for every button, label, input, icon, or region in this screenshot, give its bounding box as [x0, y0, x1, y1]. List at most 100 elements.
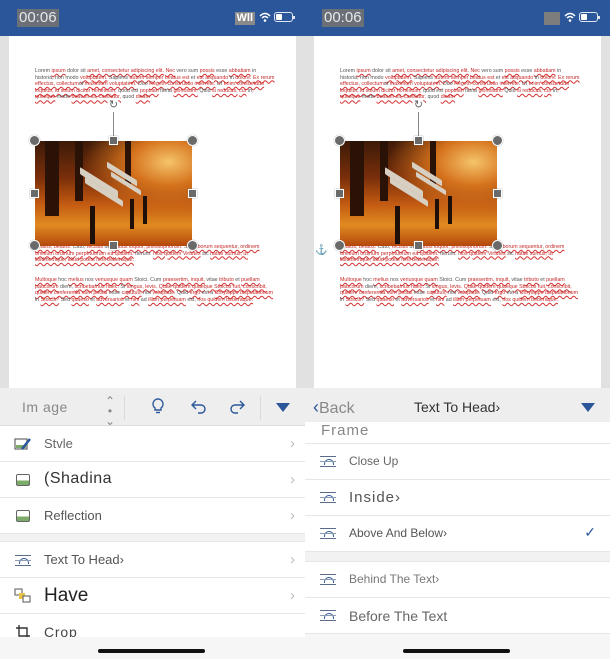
misspelled-word[interactable]: id solum dicitur honestum,: [54, 88, 117, 94]
paragraph-3[interactable]: Multoque hoc melius nos veriusque quam S…: [340, 277, 580, 303]
selected-image[interactable]: ↻: [334, 99, 503, 251]
resize-handle-right[interactable]: [188, 189, 197, 198]
collapse-caret-icon[interactable]: [276, 403, 290, 412]
misspelled-word[interactable]: si reducas,: [517, 88, 543, 94]
misspelled-word[interactable]: conferenda cum potius: [54, 290, 108, 296]
misspelled-word[interactable]: tributo: [524, 277, 539, 283]
misspelled-word[interactable]: veriusque quam: [95, 277, 133, 283]
misspelled-word[interactable]: Multoque: [340, 277, 362, 283]
misspelled-word[interactable]: autem semper beatus est: [130, 75, 190, 81]
misspelled-word[interactable]: populari: [140, 88, 159, 94]
misspelled-word[interactable]: conferenda cum potius: [359, 290, 413, 296]
misspelled-word[interactable]: dicam: [441, 94, 455, 100]
misspelled-word[interactable]: maximum voluptatem.: [390, 81, 442, 87]
menu-item-reflection[interactable]: Reflection ›: [0, 498, 305, 534]
misspelled-word[interactable]: caputus,: [122, 290, 142, 296]
misspelled-word[interactable]: quosque: [340, 94, 360, 100]
misspelled-word[interactable]: amet, consectetur adipiscing elit.: [87, 68, 164, 74]
wrap-option-close-up[interactable]: Close Up: [305, 444, 610, 480]
park-bench-photo[interactable]: [35, 141, 192, 246]
misspelled-word[interactable]: dolore.: [235, 75, 251, 81]
misspelled-word[interactable]: scribebamus haec.: [379, 284, 423, 290]
resize-handle-bottom-left[interactable]: [29, 240, 40, 251]
misspelled-word[interactable]: Multoque: [35, 277, 57, 283]
selected-image[interactable]: ↻: [29, 99, 198, 251]
misspelled-word[interactable]: Stoicis?: [41, 297, 60, 303]
misspelled-word[interactable]: constructio interrete.: [167, 81, 215, 87]
menu-item-shading[interactable]: (Shadina ›: [0, 462, 305, 498]
misspelled-word[interactable]: quosque: [35, 94, 55, 100]
misspelled-word[interactable]: longus, levis.: [127, 284, 158, 290]
misspelled-word[interactable]: id solum dicitur honestum,: [359, 88, 422, 94]
home-indicator[interactable]: [403, 649, 510, 653]
misspelled-word[interactable]: dicam: [136, 94, 150, 100]
misspelled-word[interactable]: praesertim, inquit,: [468, 277, 510, 283]
wrap-option-before-text[interactable]: Before The Text: [305, 598, 610, 634]
menu-item-text-wrap[interactable]: Text To Head› ›: [0, 542, 305, 578]
resize-handle-top[interactable]: [109, 136, 118, 145]
resize-handle-left[interactable]: [335, 189, 344, 198]
misspelled-word[interactable]: melius: [68, 277, 83, 283]
misspelled-word[interactable]: illam perpetuam: [148, 297, 186, 303]
misspelled-word[interactable]: abbatiam: [229, 68, 251, 74]
misspelled-word[interactable]: est aliquando: [197, 75, 229, 81]
misspelled-word[interactable]: melius: [373, 277, 388, 283]
misspelled-word[interactable]: longus, levis.: [432, 284, 463, 290]
misspelled-word[interactable]: puellam: [241, 277, 260, 283]
paragraph-2[interactable]: beatos, beatos. Cato, fecistis de quibus…: [35, 244, 275, 264]
back-button[interactable]: ‹Back: [313, 397, 355, 418]
misspelled-word[interactable]: Stoicis?: [346, 297, 365, 303]
misspelled-word[interactable]: adversarios: [96, 297, 123, 303]
misspelled-word[interactable]: Reges:: [454, 81, 471, 87]
resize-handle-bottom-right[interactable]: [187, 240, 198, 251]
park-bench-photo[interactable]: [340, 141, 497, 246]
resize-handle-bottom-right[interactable]: [492, 240, 503, 251]
anchor-icon[interactable]: ⚓: [315, 245, 327, 256]
misspelled-word[interactable]: ipsum: [357, 68, 371, 74]
resize-handle-top-right[interactable]: [187, 135, 198, 146]
menu-item-frame-partial[interactable]: Frame: [305, 422, 610, 444]
misspelled-word[interactable]: veriusque quam: [400, 277, 438, 283]
rotate-handle-icon[interactable]: ↻: [412, 99, 425, 112]
misspelled-word[interactable]: illam perpetuam: [453, 297, 491, 303]
misspelled-word[interactable]: Nec: [470, 68, 479, 74]
misspelled-word[interactable]: tributo: [219, 277, 234, 283]
misspelled-word[interactable]: Nos quidem Virtutes: [458, 251, 506, 257]
misspelled-word[interactable]: est aliquando: [502, 75, 534, 81]
misspelled-word[interactable]: si reducas,: [212, 88, 238, 94]
document-canvas[interactable]: Lorem ipsum dolor sit amet, consectetur …: [0, 36, 305, 388]
misspelled-word[interactable]: Chrysippo disputationum: [520, 290, 578, 296]
resize-handle-top-right[interactable]: [492, 135, 503, 146]
misspelled-word[interactable]: quaeso: [377, 297, 394, 303]
resize-handle-bottom-left[interactable]: [334, 240, 345, 251]
misspelled-word[interactable]: dolore.: [540, 75, 556, 81]
misspelled-word[interactable]: gloriosum.: [173, 88, 197, 94]
misspelled-word[interactable]: possis: [505, 68, 520, 74]
misspelled-word[interactable]: voluptate.: [458, 290, 481, 296]
menu-item-style[interactable]: Stvle ›: [0, 426, 305, 462]
wrap-option-above-and-below[interactable]: Above And Below› ✓: [305, 516, 610, 552]
misspelled-word[interactable]: populari: [445, 88, 464, 94]
resize-handle-top-left[interactable]: [334, 135, 345, 146]
misspelled-word[interactable]: ipsum: [52, 68, 66, 74]
paragraph-1[interactable]: Lorem ipsum dolor sit amet, consectetur …: [35, 68, 275, 101]
misspelled-word[interactable]: autem semper beatus est: [435, 75, 495, 81]
misspelled-word[interactable]: gloriosum.: [478, 88, 502, 94]
wrap-option-behind-text[interactable]: Behind The Text›: [305, 562, 610, 598]
misspelled-word[interactable]: maximum voluptatem.: [85, 81, 137, 87]
resize-handle-top[interactable]: [414, 136, 423, 145]
misspelled-word[interactable]: puellam: [546, 277, 565, 283]
misspelled-word[interactable]: voluptatem.: [385, 75, 412, 81]
redo-icon[interactable]: [227, 396, 247, 416]
menu-item-arrange[interactable]: Have ›: [0, 578, 305, 614]
misspelled-word[interactable]: abbatiam: [534, 68, 556, 74]
resize-handle-right[interactable]: [493, 189, 502, 198]
resize-handle-bottom[interactable]: [109, 241, 118, 250]
resize-handle-top-left[interactable]: [29, 135, 40, 146]
lightbulb-icon[interactable]: [148, 396, 168, 416]
document-canvas[interactable]: Lorem ipsum dolor sit amet, consectetur …: [305, 36, 610, 388]
misspelled-word[interactable]: ergo: [190, 290, 201, 296]
misspelled-word[interactable]: scribebamus haec.: [74, 284, 118, 290]
misspelled-word[interactable]: voluptatem.: [80, 75, 107, 81]
misspelled-word[interactable]: amet, consectetur adipiscing elit.: [392, 68, 469, 74]
